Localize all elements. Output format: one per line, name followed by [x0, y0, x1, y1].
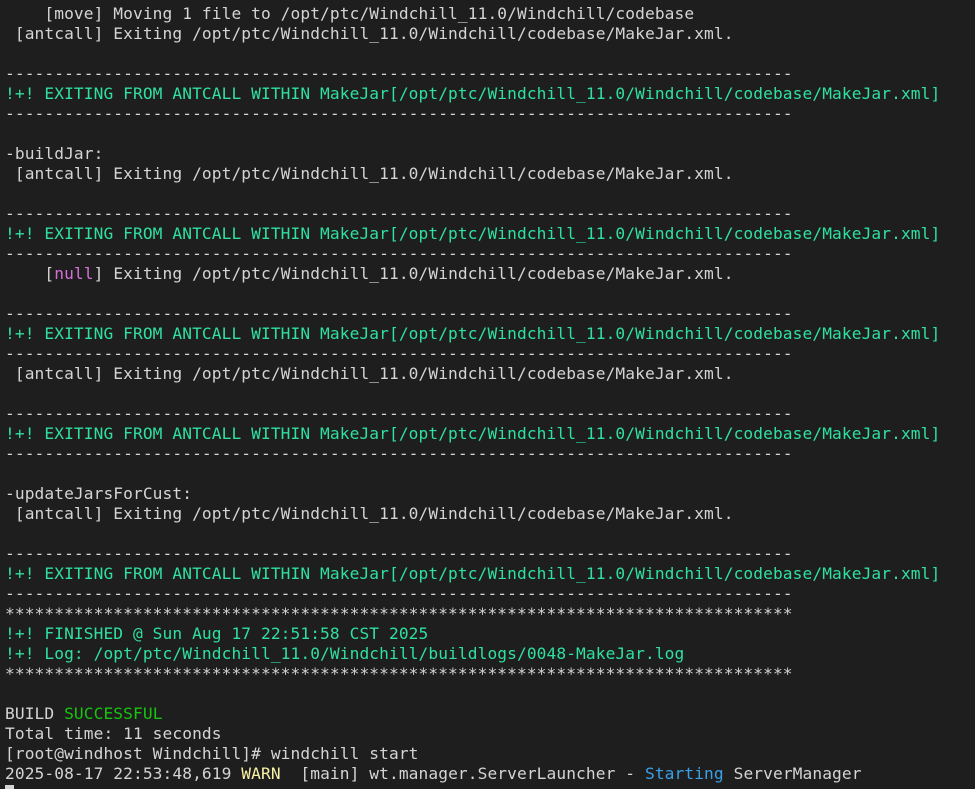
terminal-text: ----------------------------------------…: [5, 544, 793, 563]
terminal-output: [move] Moving 1 file to /opt/ptc/Windchi…: [5, 4, 940, 789]
terminal-line: !+! EXITING FROM ANTCALL WITHIN MakeJar[…: [5, 564, 940, 584]
terminal-line: ----------------------------------------…: [5, 204, 940, 224]
terminal-line: ----------------------------------------…: [5, 544, 940, 564]
terminal-text: null: [54, 264, 94, 283]
terminal-text: !+! EXITING FROM ANTCALL WITHIN MakeJar[…: [5, 424, 941, 443]
terminal-text: ----------------------------------------…: [5, 404, 793, 423]
terminal-line: ----------------------------------------…: [5, 344, 940, 364]
terminal-line: [root@windhost Windchill]# windchill sta…: [5, 744, 940, 764]
terminal-text: 2025-08-17 22:53:48,619: [5, 764, 242, 783]
terminal-line: !+! FINISHED @ Sun Aug 17 22:51:58 CST 2…: [5, 624, 940, 644]
terminal-line: !+! EXITING FROM ANTCALL WITHIN MakeJar[…: [5, 84, 940, 104]
terminal-line: ----------------------------------------…: [5, 584, 940, 604]
terminal-window[interactable]: [move] Moving 1 file to /opt/ptc/Windchi…: [0, 0, 975, 789]
terminal-text: WARN: [241, 764, 281, 783]
terminal-line: !+! Log: /opt/ptc/Windchill_11.0/Windchi…: [5, 644, 940, 664]
terminal-text: [antcall] Exiting /opt/ptc/Windchill_11.…: [5, 24, 734, 43]
terminal-text: ----------------------------------------…: [5, 444, 793, 463]
terminal-text: BUILD: [5, 704, 65, 723]
terminal-text: ****************************************…: [5, 664, 793, 683]
terminal-text: ----------------------------------------…: [5, 344, 793, 363]
terminal-text: !+! FINISHED @ Sun Aug 17 22:51:58 CST 2…: [5, 624, 429, 643]
terminal-text: [move] Moving 1 file to /opt/ptc/Windchi…: [5, 4, 695, 23]
terminal-line: [move] Moving 1 file to /opt/ptc/Windchi…: [5, 4, 940, 24]
terminal-line: ----------------------------------------…: [5, 104, 940, 124]
terminal-line: ****************************************…: [5, 604, 940, 624]
terminal-line: ----------------------------------------…: [5, 244, 940, 264]
terminal-text: -buildJar:: [5, 144, 104, 163]
terminal-line: [antcall] Exiting /opt/ptc/Windchill_11.…: [5, 364, 940, 384]
terminal-text: SUCCESSFUL: [64, 704, 163, 723]
terminal-text: ----------------------------------------…: [5, 584, 793, 603]
terminal-text: [antcall] Exiting /opt/ptc/Windchill_11.…: [5, 504, 734, 523]
terminal-text: [main] wt.manager.ServerLauncher -: [280, 764, 645, 783]
terminal-text: !+! EXITING FROM ANTCALL WITHIN MakeJar[…: [5, 564, 941, 583]
terminal-text: ----------------------------------------…: [5, 64, 793, 83]
terminal-text: !+! Log: /opt/ptc/Windchill_11.0/Windchi…: [5, 644, 685, 663]
terminal-text: ServerManager: [723, 764, 862, 783]
terminal-line: [antcall] Exiting /opt/ptc/Windchill_11.…: [5, 24, 940, 44]
terminal-line: [5, 784, 940, 789]
terminal-line: ****************************************…: [5, 664, 940, 684]
terminal-text: ----------------------------------------…: [5, 304, 793, 323]
terminal-text: ----------------------------------------…: [5, 104, 793, 123]
terminal-line: ----------------------------------------…: [5, 304, 940, 324]
terminal-line: 2025-08-17 22:53:48,619 WARN [main] wt.m…: [5, 764, 940, 784]
terminal-text: ----------------------------------------…: [5, 244, 793, 263]
terminal-line: ----------------------------------------…: [5, 404, 940, 424]
terminal-text: -updateJarsForCust:: [5, 484, 193, 503]
terminal-text: ----------------------------------------…: [5, 204, 793, 223]
terminal-text: [: [5, 264, 55, 283]
terminal-line: !+! EXITING FROM ANTCALL WITHIN MakeJar[…: [5, 424, 940, 444]
terminal-line: BUILD SUCCESSFUL: [5, 704, 940, 724]
terminal-line: [null] Exiting /opt/ptc/Windchill_11.0/W…: [5, 264, 940, 284]
terminal-line: ----------------------------------------…: [5, 64, 940, 84]
terminal-text: !+! EXITING FROM ANTCALL WITHIN MakeJar[…: [5, 84, 941, 103]
terminal-line: -updateJarsForCust:: [5, 484, 940, 504]
terminal-line: ----------------------------------------…: [5, 444, 940, 464]
terminal-line: Total time: 11 seconds: [5, 724, 940, 744]
terminal-text: Starting: [644, 764, 724, 783]
terminal-text: !+! EXITING FROM ANTCALL WITHIN MakeJar[…: [5, 324, 941, 343]
terminal-text: Total time: 11 seconds: [5, 724, 222, 743]
terminal-text: ****************************************…: [5, 604, 793, 623]
terminal-line: !+! EXITING FROM ANTCALL WITHIN MakeJar[…: [5, 224, 940, 244]
terminal-cursor: [5, 785, 14, 789]
terminal-line: [antcall] Exiting /opt/ptc/Windchill_11.…: [5, 164, 940, 184]
terminal-line: !+! EXITING FROM ANTCALL WITHIN MakeJar[…: [5, 324, 940, 344]
terminal-text: !+! EXITING FROM ANTCALL WITHIN MakeJar[…: [5, 224, 941, 243]
terminal-text: [antcall] Exiting /opt/ptc/Windchill_11.…: [5, 364, 734, 383]
terminal-text: ] Exiting /opt/ptc/Windchill_11.0/Windch…: [93, 264, 734, 283]
terminal-text: [antcall] Exiting /opt/ptc/Windchill_11.…: [5, 164, 734, 183]
terminal-line: [antcall] Exiting /opt/ptc/Windchill_11.…: [5, 504, 940, 524]
terminal-line: -buildJar:: [5, 144, 940, 164]
terminal-text: [root@windhost Windchill]# windchill sta…: [5, 744, 419, 763]
